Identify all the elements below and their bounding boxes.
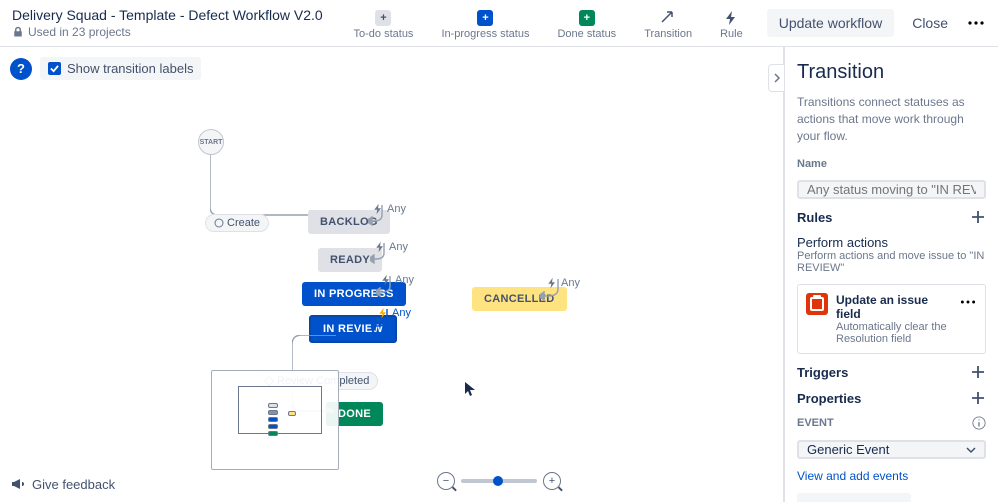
- more-icon[interactable]: [966, 13, 986, 33]
- any-label-inprogress[interactable]: Any: [380, 274, 414, 286]
- transition-icon: [660, 10, 676, 26]
- any-label-inreview[interactable]: Any: [377, 307, 411, 319]
- transition-label-create[interactable]: Create: [205, 214, 269, 232]
- toolbar: + To-do status + In-progress status + Do…: [354, 6, 743, 40]
- start-node[interactable]: START: [198, 129, 224, 155]
- add-todo-status[interactable]: + To-do status: [354, 10, 414, 40]
- event-label: EVENT: [797, 417, 834, 429]
- add-inprogress-status[interactable]: + In-progress status: [441, 10, 529, 40]
- megaphone-icon: [10, 476, 26, 492]
- delete-transition-button[interactable]: Delete transition: [797, 493, 911, 502]
- zoom-slider[interactable]: [461, 479, 537, 483]
- checkbox-checked-icon: [48, 62, 61, 75]
- action-field-icon: [806, 293, 828, 315]
- more-icon[interactable]: [959, 293, 977, 311]
- properties-label: Properties: [797, 391, 861, 406]
- transition-panel: Transition Transitions connect statuses …: [783, 47, 998, 502]
- any-label-ready[interactable]: Any: [374, 241, 408, 253]
- collapse-panel-button[interactable]: [768, 64, 784, 92]
- circle-icon: [214, 218, 224, 228]
- action-title: Update an issue field: [836, 293, 951, 321]
- chevron-right-icon: [773, 73, 781, 83]
- rules-label: Rules: [797, 210, 832, 225]
- give-feedback-link[interactable]: Give feedback: [10, 476, 115, 492]
- zoom-in-button[interactable]: +: [543, 472, 561, 490]
- add-rule-button[interactable]: [970, 209, 986, 225]
- view-events-link[interactable]: View and add events: [797, 469, 986, 483]
- plus-icon: +: [375, 10, 391, 26]
- workflow-title: Delivery Squad - Template - Defect Workf…: [12, 7, 354, 23]
- panel-description: Transitions connect statuses as actions …: [797, 94, 986, 144]
- action-subtitle: Automatically clear the Resolution field: [836, 321, 951, 345]
- perform-actions-desc: Perform actions and move issue to "IN RE…: [797, 250, 986, 274]
- perform-actions-title: Perform actions: [797, 235, 986, 250]
- add-rule[interactable]: Rule: [720, 10, 743, 40]
- show-labels-toggle[interactable]: Show transition labels: [40, 57, 201, 80]
- any-label-backlog[interactable]: Any: [372, 203, 406, 215]
- edge-create[interactable]: [210, 155, 320, 221]
- add-transition[interactable]: Transition: [644, 10, 692, 40]
- action-card[interactable]: Update an issue field Automatically clea…: [797, 284, 986, 354]
- plus-icon: +: [477, 10, 493, 26]
- plus-icon: +: [579, 10, 595, 26]
- add-property-button[interactable]: [970, 390, 986, 406]
- lightning-icon: [723, 10, 739, 26]
- workflow-canvas[interactable]: ? Show transition labels START Create BA…: [0, 47, 783, 502]
- name-label: Name: [797, 158, 986, 170]
- minimap[interactable]: [211, 370, 339, 470]
- event-select[interactable]: Generic Event: [797, 440, 986, 459]
- header: Delivery Squad - Template - Defect Workf…: [0, 0, 998, 47]
- add-done-status[interactable]: + Done status: [557, 10, 616, 40]
- close-button[interactable]: Close: [904, 9, 956, 37]
- chevron-down-icon: [966, 445, 976, 455]
- help-button[interactable]: ?: [10, 58, 32, 80]
- lock-icon: [12, 26, 24, 38]
- zoom-out-button[interactable]: −: [437, 472, 455, 490]
- info-icon[interactable]: [972, 416, 986, 430]
- panel-title: Transition: [797, 61, 986, 84]
- workflow-usage: Used in 23 projects: [12, 25, 354, 39]
- update-workflow-button[interactable]: Update workflow: [767, 9, 895, 37]
- any-label-cancelled[interactable]: Any: [546, 277, 580, 289]
- triggers-label: Triggers: [797, 365, 848, 380]
- add-trigger-button[interactable]: [970, 364, 986, 380]
- cursor-icon: [465, 382, 477, 399]
- transition-name-input[interactable]: [797, 180, 986, 199]
